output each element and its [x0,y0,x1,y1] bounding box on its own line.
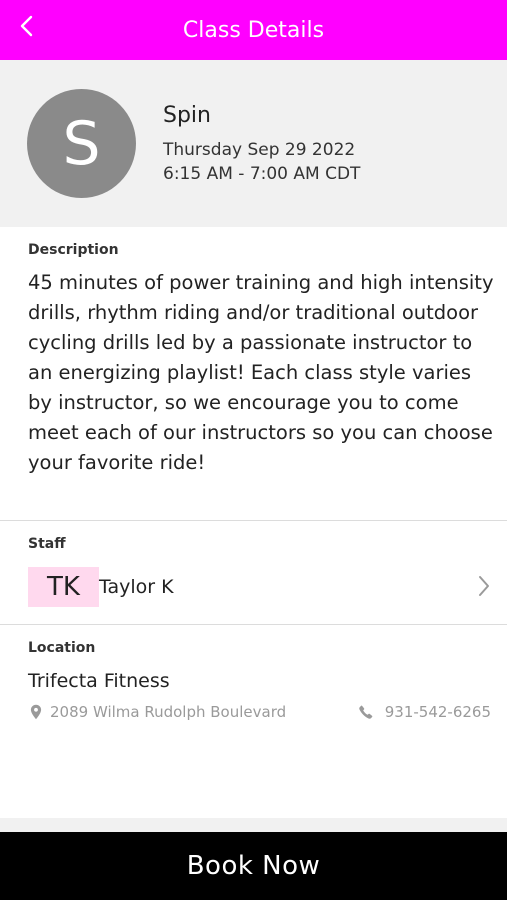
phone-icon [358,705,373,719]
staff-initials-badge: TK [28,567,99,607]
footer-spacer [0,818,507,832]
phone-text: 931-542-6265 [384,703,491,721]
staff-label: Staff [28,536,66,552]
page-title: Class Details [182,17,325,43]
location-label: Location [28,640,96,656]
class-avatar: S [27,89,136,198]
class-date: Thursday Sep 29 2022 [163,140,356,160]
divider [0,520,507,521]
divider [0,624,507,625]
class-time: 6:15 AM - 7:00 AM CDT [163,164,361,184]
chevron-right-icon [477,574,491,598]
address-link[interactable]: 2089 Wilma Rudolph Boulevard [30,703,286,721]
back-button[interactable] [12,12,40,44]
chevron-left-icon [19,15,33,41]
staff-row[interactable]: TK Taylor K [0,566,507,608]
top-bar: Class Details [0,0,507,60]
description-text: 45 minutes of power training and high in… [28,271,494,474]
location-name: Trifecta Fitness [28,670,170,692]
staff-name: Taylor K [99,576,174,598]
class-name: Spin [163,103,211,128]
map-pin-icon [30,704,42,720]
class-header: S Spin Thursday Sep 29 2022 6:15 AM - 7:… [0,60,507,227]
phone-link[interactable]: 931-542-6265 [358,703,491,721]
address-text: 2089 Wilma Rudolph Boulevard [50,703,287,721]
book-now-button[interactable]: Book Now [0,832,507,900]
class-details-screen: Class Details S Spin Thursday Sep 29 202… [0,0,507,900]
description-label: Description [28,242,119,258]
